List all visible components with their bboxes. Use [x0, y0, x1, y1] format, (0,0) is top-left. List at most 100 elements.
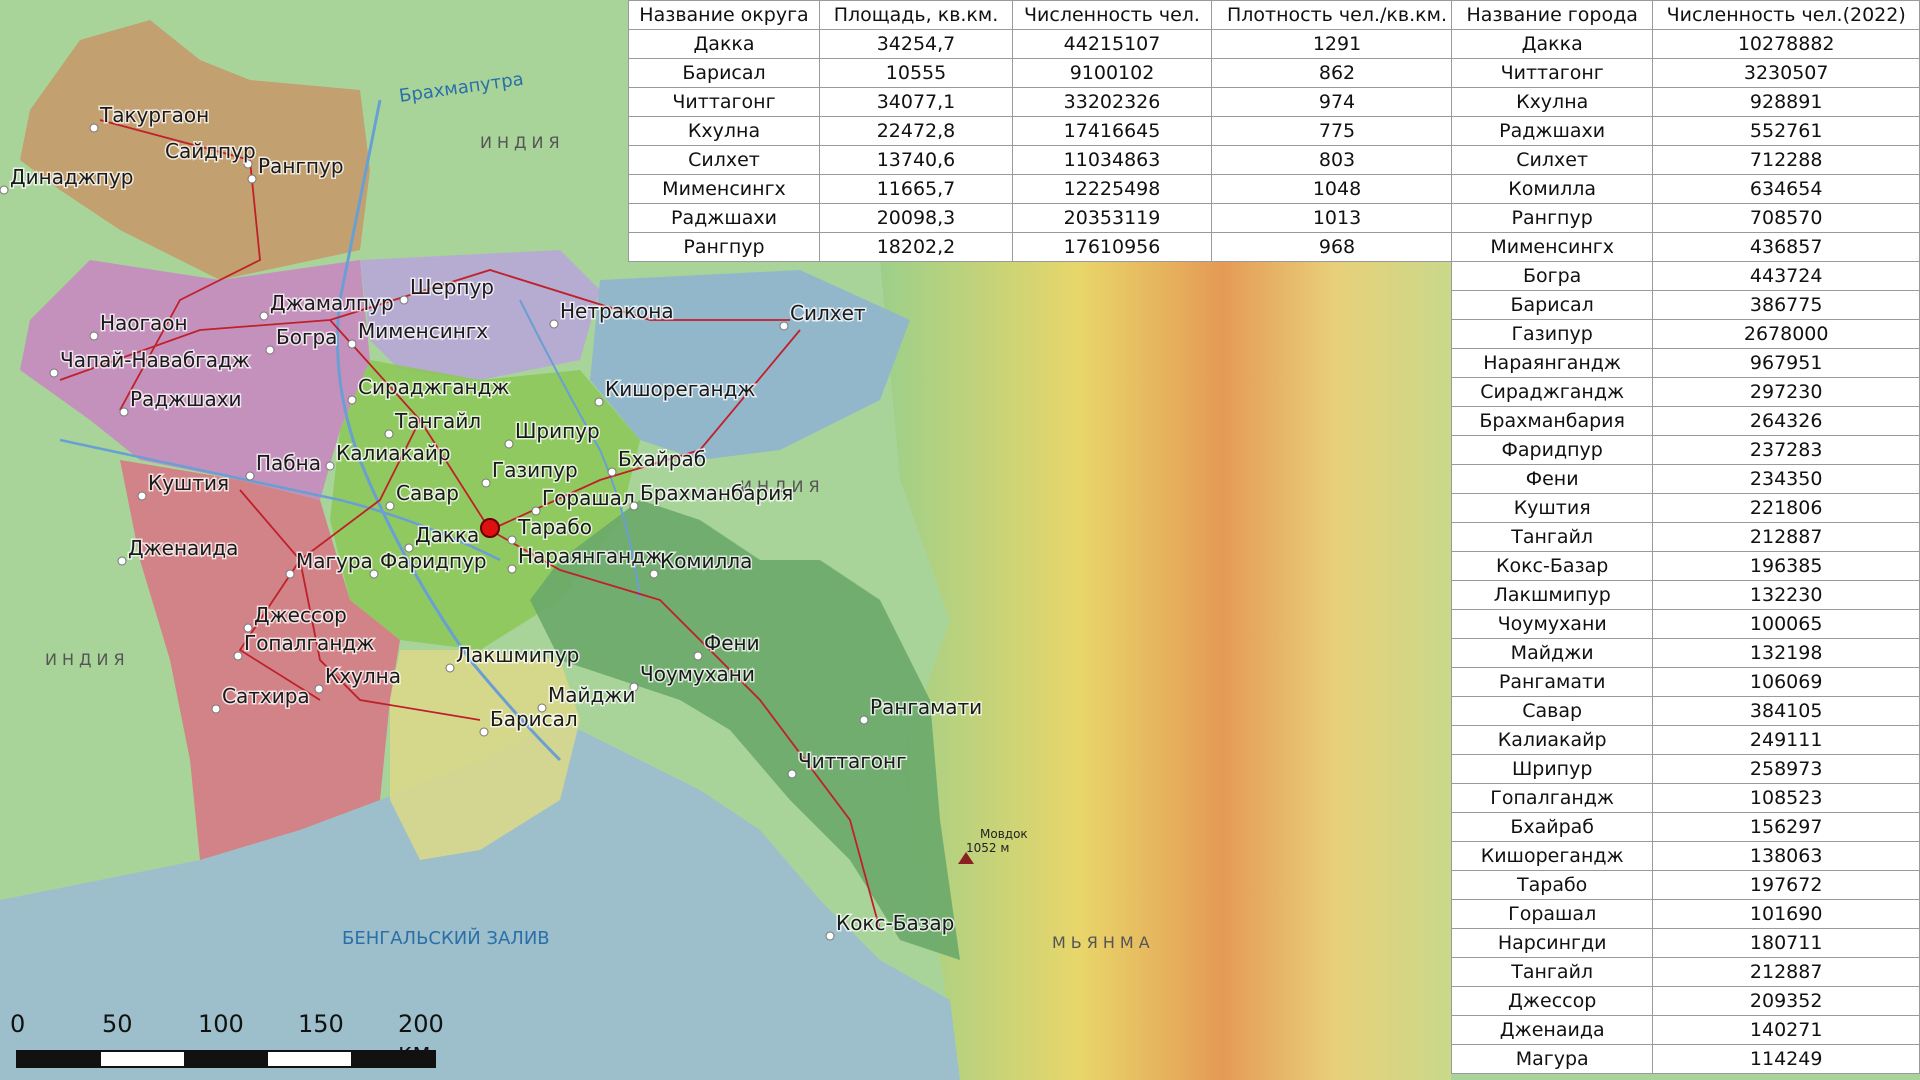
- city-marker: [233, 651, 243, 661]
- district-header-name: Название округа: [628, 0, 820, 30]
- city-cell: 436857: [1652, 232, 1920, 262]
- city-marker: [384, 429, 394, 439]
- city-row: Дакка 10278882: [1450, 29, 1920, 59]
- city-marker: [825, 931, 835, 941]
- city-cell: 156297: [1652, 812, 1920, 842]
- city-cell: 209352: [1652, 986, 1920, 1016]
- peak-height: 1052 м: [966, 841, 1009, 855]
- city-cell: Бхайраб: [1450, 812, 1654, 842]
- city-cell: Силхет: [1450, 145, 1654, 175]
- city-row: Фаридпур 237283: [1450, 435, 1920, 465]
- city-label: Тангайл: [394, 409, 481, 433]
- city-cell: 386775: [1652, 290, 1920, 320]
- city-cell: 552761: [1652, 116, 1920, 146]
- city-row: Чоумухани 100065: [1450, 609, 1920, 639]
- city-row: Горашал 101690: [1450, 899, 1920, 929]
- district-cell: 44215107: [1012, 29, 1212, 59]
- city-cell: 138063: [1652, 841, 1920, 871]
- city-marker: [325, 461, 335, 471]
- city-label: Нараянгандж: [518, 544, 663, 568]
- district-header-area: Площадь, кв.км.: [819, 0, 1013, 30]
- city-cell: Лакшмипур: [1450, 580, 1654, 610]
- water-label-bay: БЕНГАЛЬСКИЙ ЗАЛИВ: [342, 927, 550, 949]
- district-cell: 968: [1211, 232, 1463, 262]
- city-marker: [211, 704, 221, 714]
- city-marker: [119, 407, 129, 417]
- city-row: Майджи 132198: [1450, 638, 1920, 668]
- city-cell: Нарсингди: [1450, 928, 1654, 958]
- city-cell: Джессор: [1450, 986, 1654, 1016]
- city-cell: Богра: [1450, 261, 1654, 291]
- district-cell: 34254,7: [819, 29, 1013, 59]
- district-table-body: Дакка 34254,7 44215107 1291 Барисал 10555 9100…: [628, 29, 1463, 262]
- country-label-myanmar: МЬЯНМА: [1052, 933, 1155, 952]
- city-label: Фаридпур: [380, 549, 487, 573]
- city-marker: [549, 319, 559, 329]
- city-label: Комилла: [660, 549, 752, 573]
- district-row: Читтагонг 34077,1 33202326 974: [628, 87, 1463, 117]
- city-label: Силхет: [790, 301, 866, 325]
- map-canvas: ИНДИЯ ИНДИЯ ИНДИЯ МЬЯНМА БЕНГАЛЬСКИЙ ЗАЛ…: [0, 0, 1920, 1080]
- district-cell: 18202,2: [819, 232, 1013, 262]
- city-marker: [314, 684, 324, 694]
- city-marker: [347, 395, 357, 405]
- city-cell: 2678000: [1652, 319, 1920, 349]
- city-marker: [89, 123, 99, 133]
- city-cell: 3230507: [1652, 58, 1920, 88]
- city-label: Барисал: [490, 707, 578, 731]
- city-row: Шрипур 258973: [1450, 754, 1920, 784]
- city-label: Рангамати: [870, 695, 982, 719]
- district-cell: 10555: [819, 58, 1013, 88]
- city-row: Комилла 634654: [1450, 174, 1920, 204]
- scale-bar: 0 50 100 150 200 км: [10, 1010, 460, 1070]
- city-marker: [779, 321, 789, 331]
- city-header-population: Численность чел.(2022): [1652, 0, 1920, 30]
- city-cell: Мименсингх: [1450, 232, 1654, 262]
- city-cell: Чоумухани: [1450, 609, 1654, 639]
- city-marker: [0, 185, 9, 195]
- district-cell: Силхет: [628, 145, 820, 175]
- city-marker: [479, 727, 489, 737]
- district-cell: Барисал: [628, 58, 820, 88]
- district-cell: Раджшахи: [628, 203, 820, 233]
- district-row: Силхет 13740,6 11034863 803: [628, 145, 1463, 175]
- city-cell: 132230: [1652, 580, 1920, 610]
- city-cell: 708570: [1652, 203, 1920, 233]
- city-cell: 114249: [1652, 1044, 1920, 1074]
- city-row: Читтагонг 3230507: [1450, 58, 1920, 88]
- city-cell: 712288: [1652, 145, 1920, 175]
- district-cell: 775: [1211, 116, 1463, 146]
- city-label: Пабна: [256, 451, 321, 475]
- city-label: Дженаида: [128, 536, 238, 560]
- city-label: Майджи: [548, 683, 635, 707]
- city-cell: Кхулна: [1450, 87, 1654, 117]
- city-row: Богра 443724: [1450, 261, 1920, 291]
- peak-name: Мовдок: [980, 827, 1028, 841]
- city-marker: [787, 769, 797, 779]
- district-header-population: Численность чел.: [1012, 0, 1212, 30]
- district-cell: 11665,7: [819, 174, 1013, 204]
- city-cell: Дакка: [1450, 29, 1654, 59]
- city-label: Богра: [276, 325, 337, 349]
- city-marker: [49, 368, 59, 378]
- city-cell: Шрипур: [1450, 754, 1654, 784]
- district-cell: 9100102: [1012, 58, 1212, 88]
- district-cell: 1291: [1211, 29, 1463, 59]
- city-marker: [259, 311, 269, 321]
- district-cell: 803: [1211, 145, 1463, 175]
- district-cell: 20098,3: [819, 203, 1013, 233]
- city-label: Динаджпур: [10, 165, 133, 189]
- city-label: Мименсингх: [358, 319, 488, 343]
- city-cell: Калиакайр: [1450, 725, 1654, 755]
- district-cell: 11034863: [1012, 145, 1212, 175]
- city-marker: [531, 506, 541, 516]
- city-cell: 249111: [1652, 725, 1920, 755]
- city-cell: 297230: [1652, 377, 1920, 407]
- scale-tick-100: 100: [198, 1010, 244, 1038]
- city-cell: Кокс-Базар: [1450, 551, 1654, 581]
- city-row: Рангпур 708570: [1450, 203, 1920, 233]
- district-cell: Дакка: [628, 29, 820, 59]
- city-row: Мименсингх 436857: [1450, 232, 1920, 262]
- city-label: Джамалпур: [270, 291, 394, 315]
- city-label: Кхулна: [325, 664, 401, 688]
